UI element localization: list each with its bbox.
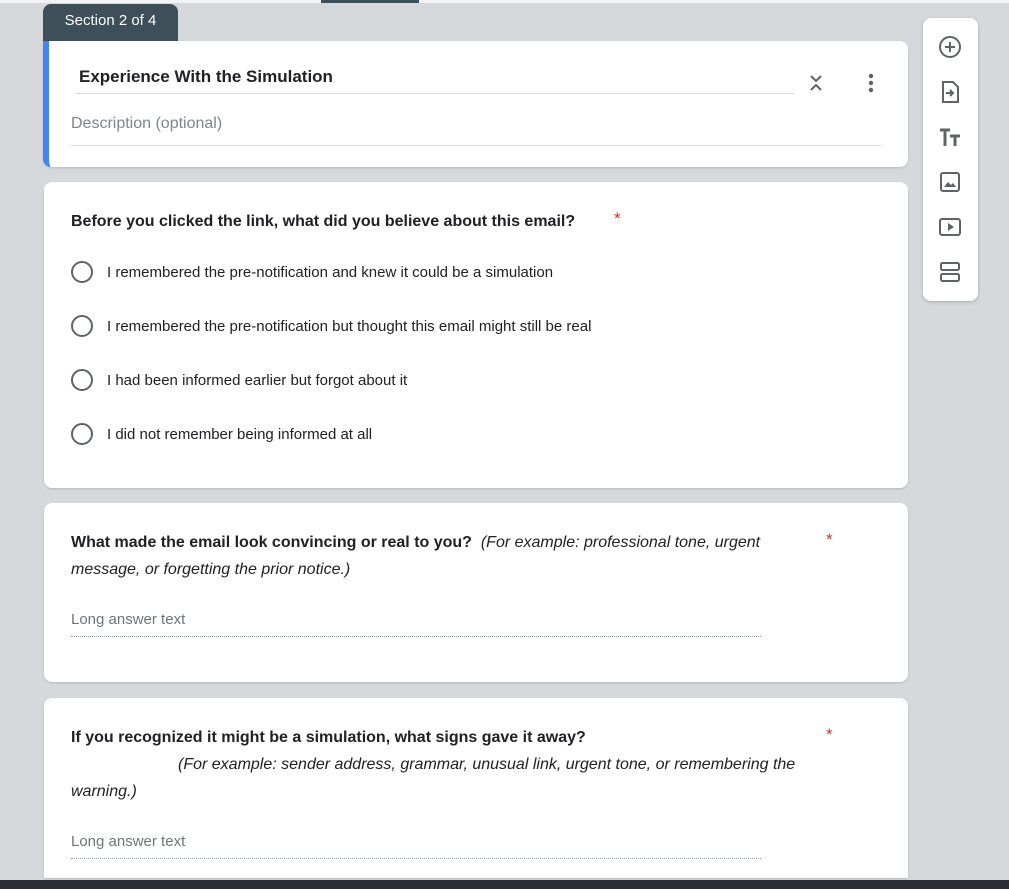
question-card-belief[interactable]: Before you clicked the link, what did yo… (44, 182, 908, 488)
top-strip (0, 0, 1009, 3)
radio-option[interactable]: I remembered the pre-notification but th… (71, 314, 591, 338)
radio-option-label: I remembered the pre-notification and kn… (107, 263, 554, 281)
add-video-icon[interactable] (937, 214, 963, 240)
taskbar (0, 880, 1009, 889)
question-title: What made the email look convincing or r… (71, 534, 761, 578)
top-tab-indicator (321, 0, 419, 3)
radio-button[interactable] (71, 315, 93, 337)
import-questions-icon[interactable] (937, 79, 963, 105)
radio-option-label: I had been informed earlier but forgot a… (107, 371, 408, 389)
add-image-icon[interactable] (937, 169, 963, 195)
radio-option-label: I remembered the pre-notification but th… (107, 317, 592, 335)
question-title: Before you clicked the link, what did yo… (71, 213, 576, 230)
section-header-card[interactable]: Experience With the Simulation Descripti… (43, 41, 908, 167)
section-description-input[interactable]: Description (optional) (71, 115, 881, 146)
required-asterisk: * (826, 530, 833, 549)
add-title-icon[interactable] (937, 125, 963, 151)
radio-button[interactable] (71, 261, 93, 283)
radio-button[interactable] (71, 423, 93, 445)
floating-toolbar (923, 18, 978, 301)
radio-option-label: I did not remember being informed at all (107, 425, 373, 443)
section-title-input[interactable]: Experience With the Simulation (75, 67, 794, 94)
question-card-signs[interactable]: If you recognized it might be a simulati… (44, 698, 908, 878)
radio-button[interactable] (71, 369, 93, 391)
radio-option[interactable]: I did not remember being informed at all (71, 422, 372, 446)
required-asterisk: * (614, 209, 621, 228)
collapse-section-icon[interactable] (806, 71, 826, 95)
more-options-icon[interactable] (861, 71, 881, 95)
radio-option[interactable]: I had been informed earlier but forgot a… (71, 368, 407, 392)
required-asterisk: * (826, 725, 833, 744)
long-answer-field[interactable]: Long answer text (71, 611, 761, 637)
question-hint: (For example: sender address, grammar, u… (71, 756, 796, 800)
add-question-icon[interactable] (937, 34, 963, 60)
section-badge: Section 2 of 4 (43, 4, 178, 41)
long-answer-field[interactable]: Long answer text (71, 833, 761, 859)
question-card-convincing[interactable]: What made the email look convincing or r… (44, 503, 908, 682)
radio-option[interactable]: I remembered the pre-notification and kn… (71, 260, 553, 284)
question-title: If you recognized it might be a simulati… (71, 729, 796, 800)
add-section-icon[interactable] (937, 259, 963, 285)
